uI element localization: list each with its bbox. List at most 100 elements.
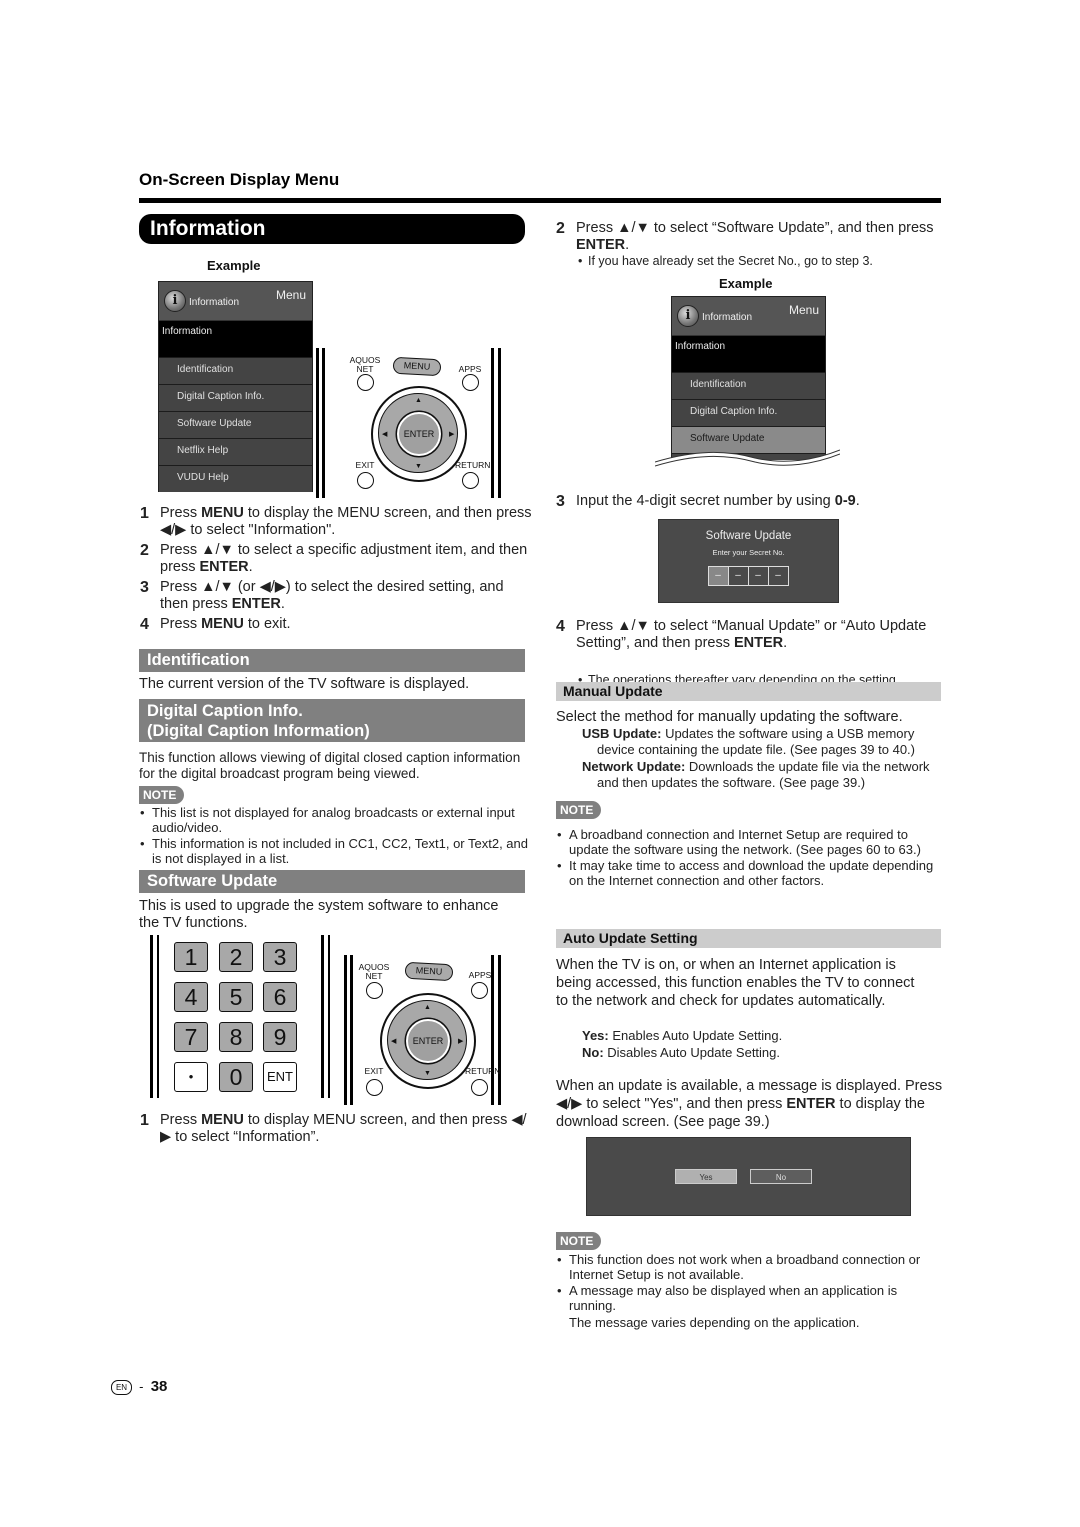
- tv-menu-item[interactable]: Software Update: [159, 411, 312, 438]
- tv-menu-example: i Information Menu Information Identific…: [671, 296, 826, 460]
- update-message-text: When an update is available, a message i…: [556, 1078, 943, 1130]
- up-arrow-icon[interactable]: ▲: [424, 1004, 431, 1011]
- no-button[interactable]: No: [750, 1169, 812, 1184]
- key-5[interactable]: 5: [219, 982, 253, 1012]
- left-arrow-icon[interactable]: ◀: [382, 430, 387, 438]
- aquos-net-button[interactable]: [366, 982, 383, 999]
- apps-label: APPS: [458, 364, 482, 374]
- update-available-dialog: Yes No: [586, 1137, 911, 1216]
- right-arrow-icon[interactable]: ▶: [458, 1037, 463, 1045]
- remote-edge: [328, 935, 330, 1098]
- enter-button[interactable]: ENTER: [397, 412, 441, 456]
- key-9[interactable]: 9: [263, 1022, 297, 1052]
- key-dot[interactable]: •: [174, 1062, 208, 1092]
- tv-menu-item[interactable]: VUDU Help: [159, 465, 312, 492]
- exit-button[interactable]: [366, 1079, 383, 1096]
- note-item: This function does not work when a broad…: [556, 1252, 946, 1282]
- language-badge: EN: [111, 1379, 132, 1395]
- key-3[interactable]: 3: [263, 942, 297, 972]
- key-2[interactable]: 2: [219, 942, 253, 972]
- enter-button[interactable]: ENTER: [406, 1019, 450, 1063]
- return-button[interactable]: [462, 472, 479, 489]
- tv-menu-item[interactable]: Identification: [159, 357, 312, 384]
- remote-edge: [350, 955, 353, 1105]
- dpad[interactable]: ▲ ▼ ◀ ▶ ENTER: [371, 386, 467, 482]
- pin-digit[interactable]: –: [747, 566, 769, 586]
- remote-edge: [321, 935, 324, 1098]
- secret-number-dialog: Software Update Enter your Secret No. – –…: [658, 519, 839, 603]
- tv-menu-label: Menu: [788, 303, 819, 317]
- step-3: 3 Press ▲/▼ (or ◀/▶) to select the desire…: [140, 579, 504, 612]
- tv-menu-header: i Information Menu: [672, 297, 825, 336]
- return-label: RETURN: [455, 460, 491, 470]
- step-2-note: If you have already set the Secret No., …: [578, 254, 948, 269]
- note-item: This list is not displayed for analog br…: [139, 805, 534, 835]
- info-icon: i: [164, 290, 186, 312]
- pin-digit[interactable]: –: [767, 566, 789, 586]
- step-3: 3 Input the 4-digit secret number by usin…: [556, 493, 860, 510]
- down-arrow-icon[interactable]: ▼: [424, 1070, 431, 1077]
- menu-button[interactable]: MENU: [392, 356, 442, 377]
- auto-update-text: When the TV is on, or when an Internet a…: [556, 957, 915, 1009]
- tv-menu-example: i Information Menu Information Identific…: [158, 281, 313, 492]
- remote-control-illustration: AQUOS NET MENU APPS ▲ ▼ ◀ ▶ ENTER EXIT RE…: [343, 955, 533, 1105]
- aquos-net-button[interactable]: [357, 374, 374, 391]
- step-4: 4 Press ▲/▼ to select “Manual Update” or …: [556, 618, 927, 651]
- manual-update-options: USB Update: Updates the software using a…: [582, 726, 942, 791]
- note-label-wrap: NOTE: [556, 801, 602, 819]
- left-arrow-icon[interactable]: ◀: [391, 1037, 396, 1045]
- remote-edge: [157, 935, 159, 1098]
- option-usb-update: USB Update: Updates the software using a…: [582, 726, 915, 758]
- aquos-net-label: AQUOS NET: [349, 355, 381, 374]
- remote-control-illustration: AQUOS NET MENU APPS ▲ ▼ ◀ ▶ ENTER EXIT RE…: [315, 348, 505, 498]
- digital-caption-heading: Digital Caption Info. (Digital Caption I…: [139, 699, 525, 742]
- apps-button[interactable]: [471, 982, 488, 999]
- key-ent[interactable]: ENT: [263, 1062, 297, 1092]
- key-0[interactable]: 0: [219, 1062, 253, 1092]
- information-steps: 1 Press MENU to display the MENU screen, …: [140, 505, 535, 636]
- digital-caption-text: This function allows viewing of digital …: [139, 750, 521, 781]
- note-item: It may take time to access and download …: [556, 858, 944, 888]
- key-8[interactable]: 8: [219, 1022, 253, 1052]
- numpad-illustration: 1 2 3 4 5 6 7 8 9 • 0 ENT: [148, 935, 333, 1098]
- page-footer: EN - 38: [111, 1378, 167, 1395]
- aquos-net-label: AQUOS NET: [358, 962, 390, 981]
- dialog-prompt: Enter your Secret No.: [712, 548, 785, 557]
- pin-input[interactable]: – – – –: [659, 565, 838, 586]
- key-4[interactable]: 4: [174, 982, 208, 1012]
- step-2: 2 Press ▲/▼ to select a specific adjustme…: [140, 542, 528, 575]
- apps-button[interactable]: [462, 374, 479, 391]
- tv-menu-item[interactable]: Digital Caption Info.: [672, 399, 825, 426]
- step-1: 1 Press MENU to display MENU screen, and …: [140, 1112, 527, 1145]
- section-title: On-Screen Display Menu: [139, 170, 340, 189]
- up-arrow-icon[interactable]: ▲: [415, 397, 422, 404]
- step-2: 2 Press ▲/▼ to select “Software Update”, …: [556, 220, 934, 253]
- exit-label: EXIT: [355, 460, 375, 470]
- tv-menu-item[interactable]: Netflix Help: [159, 438, 312, 465]
- right-steps-4: 4 Press ▲/▼ to select “Manual Update” or …: [556, 618, 941, 655]
- return-button[interactable]: [471, 1079, 488, 1096]
- page-number: 38: [150, 1378, 168, 1395]
- exit-label: EXIT: [364, 1066, 384, 1076]
- note-item: A message may also be displayed when an …: [556, 1283, 946, 1313]
- note-item: A broadband connection and Internet Setu…: [556, 827, 944, 857]
- right-arrow-icon[interactable]: ▶: [449, 430, 454, 438]
- pin-digit[interactable]: –: [727, 566, 749, 586]
- step-1: 1 Press MENU to display the MENU screen, …: [140, 505, 532, 538]
- right-steps-3: 3 Input the 4-digit secret number by usin…: [556, 493, 941, 513]
- yes-button[interactable]: Yes: [675, 1169, 737, 1184]
- software-update-heading: Software Update: [139, 870, 525, 893]
- software-update-steps: 1 Press MENU to display MENU screen, and …: [140, 1112, 535, 1149]
- key-6[interactable]: 6: [263, 982, 297, 1012]
- menu-button[interactable]: MENU: [404, 961, 454, 982]
- pin-digit[interactable]: –: [707, 566, 729, 586]
- down-arrow-icon[interactable]: ▼: [415, 463, 422, 470]
- note-badge: NOTE: [556, 1232, 602, 1250]
- tv-menu-item[interactable]: Digital Caption Info.: [159, 384, 312, 411]
- remote-edge: [498, 348, 501, 498]
- key-7[interactable]: 7: [174, 1022, 208, 1052]
- key-1[interactable]: 1: [174, 942, 208, 972]
- tv-menu-item[interactable]: Identification: [672, 372, 825, 399]
- dpad[interactable]: ▲ ▼ ◀ ▶ ENTER: [380, 993, 476, 1089]
- exit-button[interactable]: [357, 472, 374, 489]
